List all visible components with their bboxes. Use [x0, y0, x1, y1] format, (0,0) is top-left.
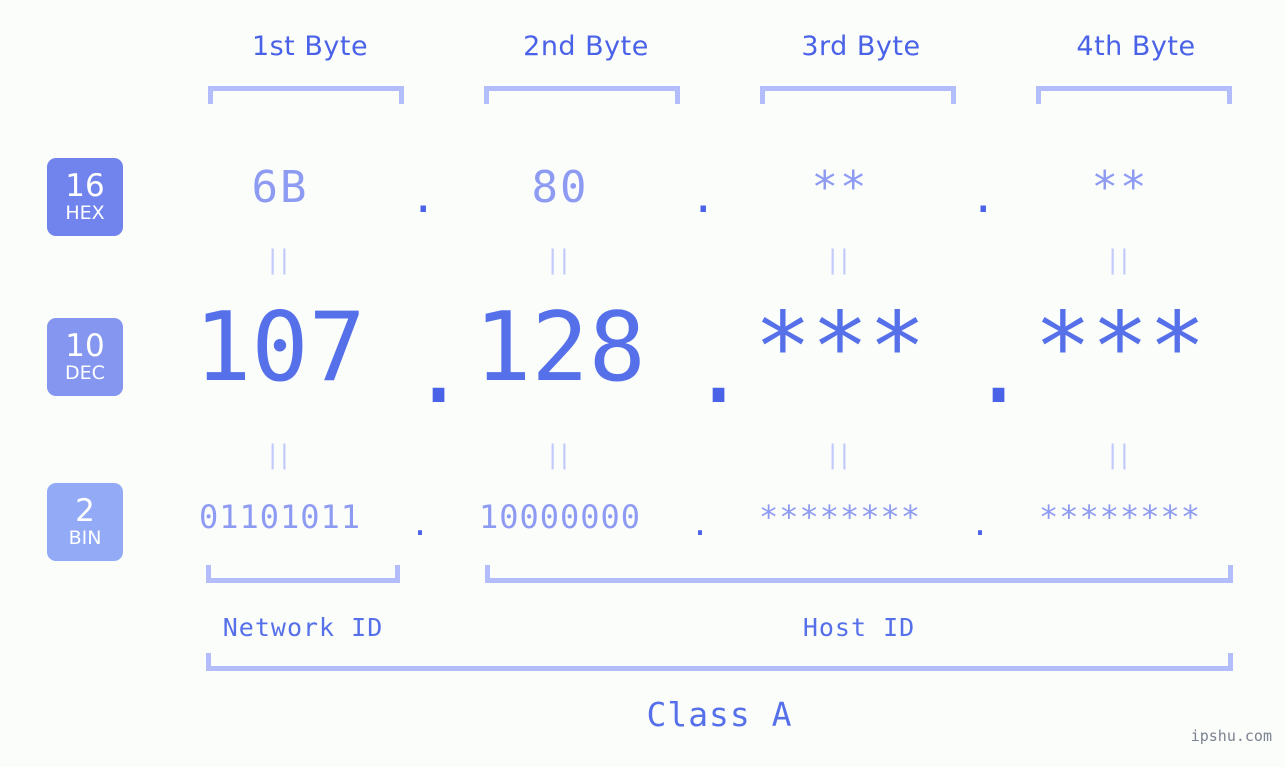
bin-dot-1: . — [410, 505, 430, 543]
dec-dot-2: . — [690, 315, 748, 425]
byte-header-1: 1st Byte — [251, 31, 369, 62]
watermark: ipshu.com — [1190, 727, 1272, 745]
dec-byte-3: *** — [754, 293, 926, 403]
class-bracket — [206, 653, 1233, 671]
radix-badge-hex-name: HEX — [65, 202, 105, 224]
equals-icon: || — [828, 245, 852, 275]
hex-byte-3: ** — [811, 161, 869, 213]
equals-cell-2: || — [430, 247, 690, 273]
equals-icon: || — [828, 440, 852, 470]
equals-cell-4: || — [990, 247, 1250, 273]
byte-header-2: 2nd Byte — [523, 31, 649, 62]
equals-icon: || — [1108, 440, 1132, 470]
bin-byte-2: 10000000 — [478, 498, 642, 536]
byte-bracket-1 — [208, 86, 404, 104]
equals-row-hex-dec: || || || || — [150, 245, 1270, 275]
hex-dot-1: . — [410, 171, 437, 223]
bin-byte-1: 01101011 — [198, 498, 362, 536]
byte-bracket-3 — [760, 86, 956, 104]
byte-header-4: 4th Byte — [1076, 31, 1196, 62]
radix-badge-dec: 10 DEC — [47, 318, 123, 396]
radix-badge-bin: 2 BIN — [47, 483, 123, 561]
equals-cell-8: || — [990, 442, 1250, 468]
bin-dot-2: . — [690, 505, 710, 543]
equals-cell-7: || — [710, 442, 970, 468]
radix-badge-dec-number: 10 — [65, 328, 105, 364]
dec-byte-1: 107 — [194, 293, 366, 403]
network-id-label: Network ID — [222, 613, 384, 642]
dec-value-row: 107 . 128 . *** . *** — [150, 288, 1270, 425]
equals-icon: || — [268, 440, 292, 470]
dec-dot-3: . — [970, 315, 1028, 425]
hex-byte-2: 80 — [531, 161, 589, 213]
equals-icon: || — [548, 440, 572, 470]
dec-byte-4: *** — [1034, 293, 1206, 403]
hex-dot-3: . — [970, 171, 997, 223]
equals-cell-6: || — [430, 442, 690, 468]
class-label: Class A — [646, 695, 793, 734]
bin-dot-3: . — [970, 505, 990, 543]
hex-byte-4: ** — [1091, 161, 1149, 213]
radix-badge-bin-number: 2 — [75, 493, 95, 529]
hex-dot-2: . — [690, 171, 717, 223]
equals-cell-3: || — [710, 247, 970, 273]
equals-icon: || — [268, 245, 292, 275]
host-id-bracket — [485, 565, 1233, 583]
equals-icon: || — [1108, 245, 1132, 275]
network-id-bracket — [206, 565, 400, 583]
equals-row-dec-bin: || || || || — [150, 440, 1270, 470]
radix-badge-bin-name: BIN — [68, 527, 102, 549]
byte-header-3: 3rd Byte — [801, 31, 921, 62]
ip-breakdown-diagram: 1st Byte 2nd Byte 3rd Byte 4th Byte 16 H… — [0, 0, 1285, 767]
equals-cell-5: || — [150, 442, 410, 468]
dec-byte-2: 128 — [474, 293, 646, 403]
bin-value-row: 01101011 . 10000000 . ******** . *******… — [150, 492, 1270, 543]
radix-badge-hex: 16 HEX — [47, 158, 123, 236]
byte-bracket-2 — [484, 86, 680, 104]
host-id-label: Host ID — [802, 613, 916, 642]
equals-icon: || — [548, 245, 572, 275]
radix-badge-dec-name: DEC — [65, 362, 105, 384]
byte-bracket-4 — [1036, 86, 1232, 104]
bin-byte-3: ******** — [758, 498, 922, 536]
dec-dot-1: . — [410, 315, 468, 425]
equals-cell-1: || — [150, 247, 410, 273]
hex-value-row: 6B . 80 . ** . ** — [150, 155, 1270, 223]
radix-badge-hex-number: 16 — [65, 168, 105, 204]
bin-byte-4: ******** — [1038, 498, 1202, 536]
hex-byte-1: 6B — [251, 161, 309, 213]
